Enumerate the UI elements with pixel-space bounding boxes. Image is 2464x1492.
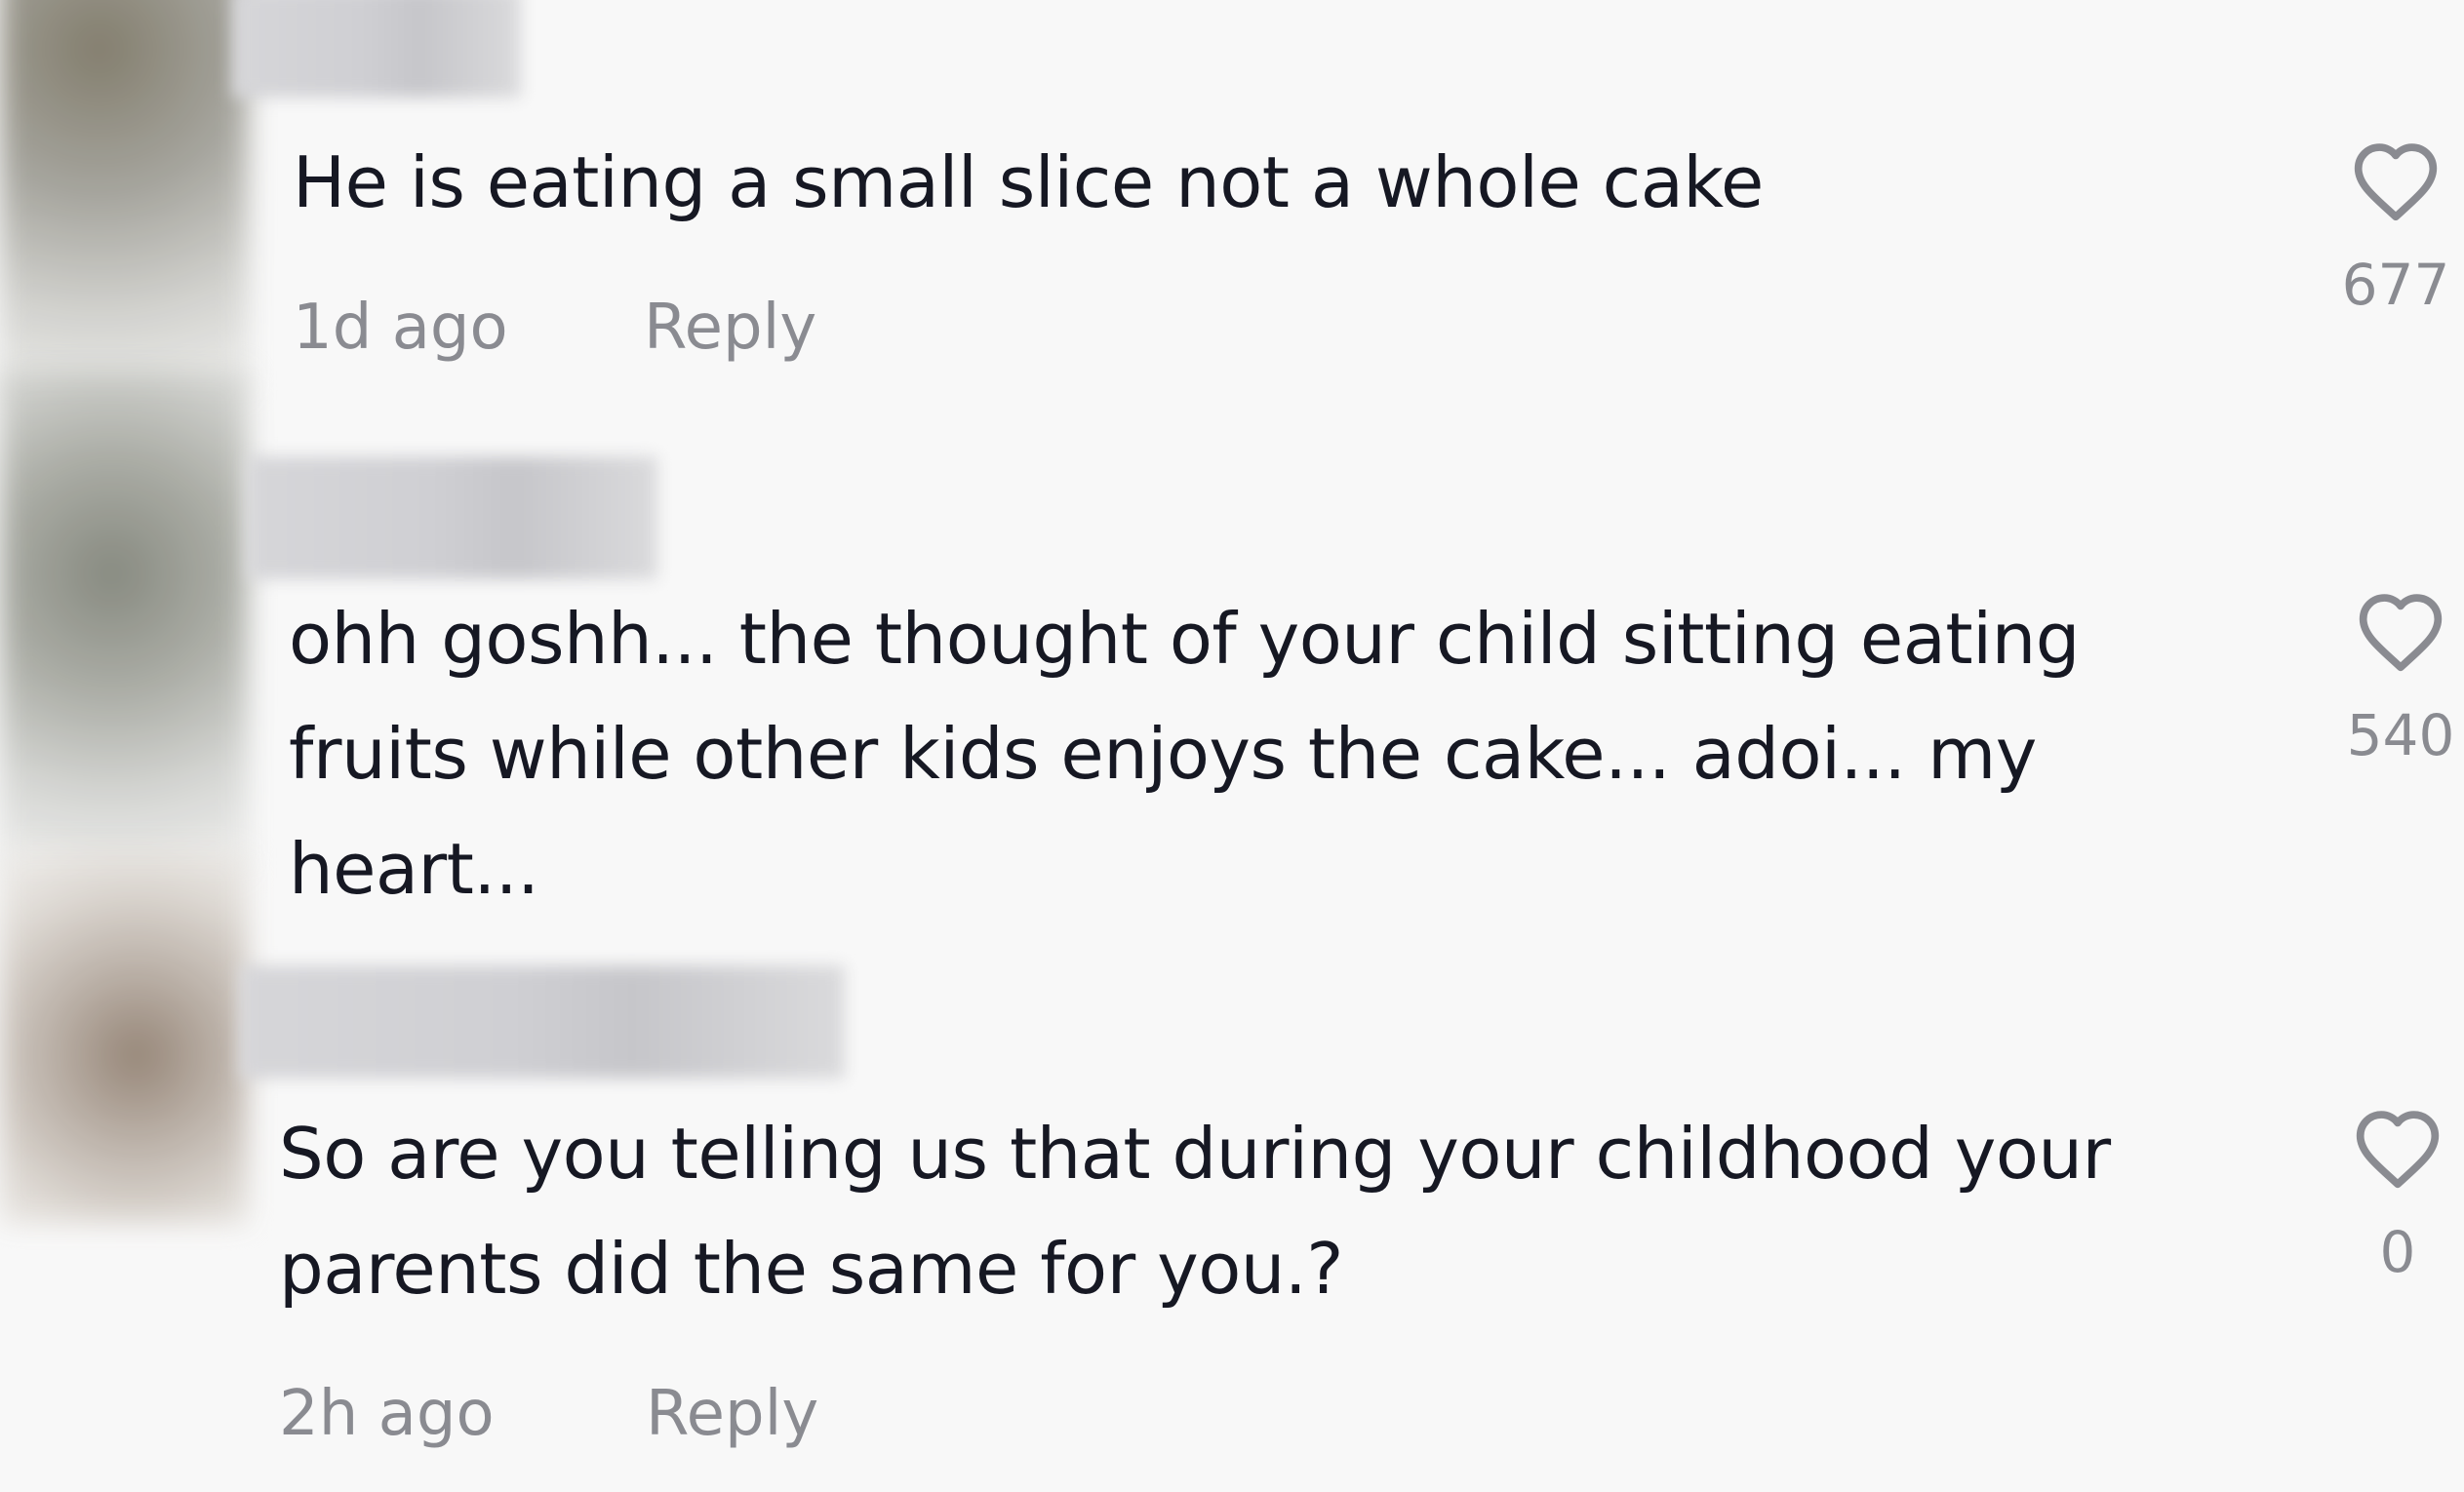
reply-button[interactable]: Reply bbox=[644, 289, 816, 367]
comment-timestamp: 1d ago bbox=[293, 292, 508, 364]
like-button[interactable]: 0 bbox=[2334, 1102, 2461, 1283]
comment-text: So are you telling us that during your c… bbox=[279, 1113, 2111, 1310]
like-count: 677 bbox=[2341, 252, 2450, 318]
reply-button[interactable]: Reply bbox=[646, 1375, 818, 1453]
heart-outline-icon[interactable] bbox=[2349, 1102, 2446, 1192]
avatar[interactable] bbox=[0, 371, 248, 878]
comment-text: ohh goshh... the thought of your child s… bbox=[289, 598, 2080, 910]
username-redacted[interactable] bbox=[232, 0, 521, 98]
comment-timestamp: 2h ago bbox=[279, 1378, 495, 1450]
like-button[interactable]: 677 bbox=[2332, 135, 2459, 316]
username-redacted[interactable] bbox=[240, 965, 845, 1079]
like-count: 540 bbox=[2346, 702, 2455, 768]
like-count: 0 bbox=[2379, 1219, 2416, 1285]
avatar[interactable] bbox=[0, 848, 248, 1224]
avatar[interactable] bbox=[0, 0, 248, 400]
username-redacted[interactable] bbox=[248, 456, 657, 579]
comment-text: He is eating a small slice not a whole c… bbox=[293, 141, 1764, 223]
like-button[interactable]: 540 bbox=[2337, 585, 2464, 766]
heart-outline-icon[interactable] bbox=[2352, 585, 2449, 675]
heart-outline-icon[interactable] bbox=[2347, 135, 2444, 224]
